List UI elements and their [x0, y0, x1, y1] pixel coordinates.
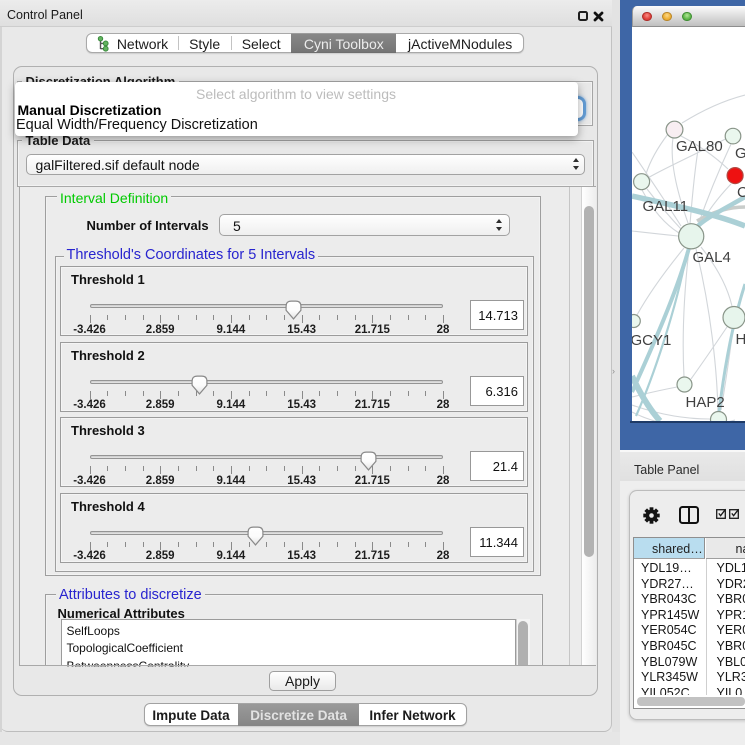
- svg-text:GA: GA: [735, 145, 745, 162]
- svg-text:H: H: [736, 331, 745, 348]
- svg-text:HAP2: HAP2: [686, 394, 725, 411]
- svg-text:GAL11: GAL11: [643, 198, 689, 215]
- svg-text:GAL80: GAL80: [676, 138, 723, 155]
- svg-text:C: C: [737, 184, 745, 201]
- svg-text:GCY1: GCY1: [632, 332, 671, 349]
- svg-text:GAL4: GAL4: [693, 249, 731, 266]
